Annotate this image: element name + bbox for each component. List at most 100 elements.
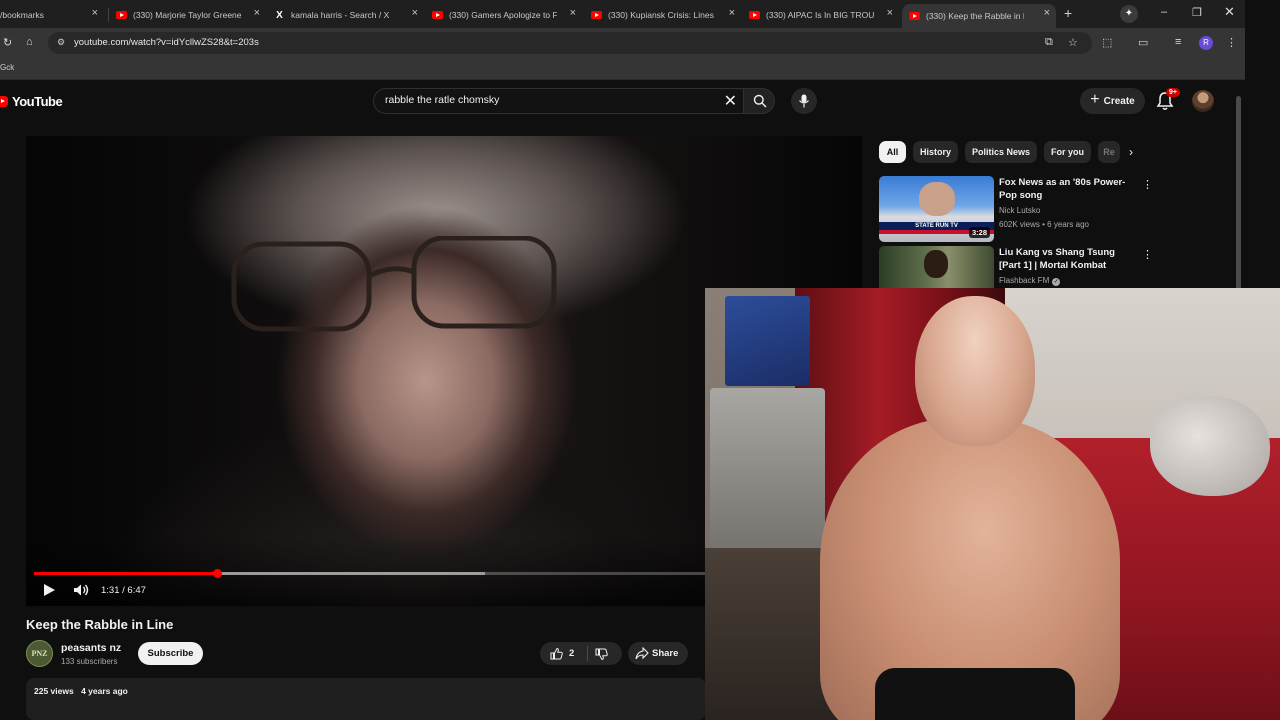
webcam-pillow — [1150, 396, 1270, 496]
tab-kupiansk[interactable]: (330) Kupiansk Crisis: Lines Bu × — [591, 4, 741, 26]
more-actions-icon[interactable]: ⋮ — [1142, 248, 1153, 261]
video-thumbnail[interactable]: STATE RUN TV 3:28 — [879, 176, 994, 242]
share-button[interactable]: Share — [628, 642, 688, 665]
install-app-icon[interactable]: ⧉ — [1045, 36, 1053, 49]
browser-menu-icon[interactable]: ⋮ — [1226, 36, 1237, 49]
thumbnail-figure — [919, 182, 955, 216]
bookmarks-bar: Gck — [0, 58, 1245, 80]
description-box[interactable] — [26, 678, 706, 720]
home-icon[interactable]: ⌂ — [26, 36, 33, 48]
play-icon[interactable] — [42, 583, 56, 597]
recommendation-channel[interactable]: Flashback FM ✓ — [999, 276, 1061, 286]
tab-bookmarks[interactable]: /bookmarks × — [0, 4, 104, 26]
window-close-icon[interactable]: ✕ — [1224, 4, 1235, 20]
maximize-icon[interactable]: ❐ — [1192, 6, 1202, 19]
webcam-person-head — [915, 296, 1035, 446]
youtube-wordmark: YouTube — [12, 94, 63, 109]
address-bar[interactable]: ⚙ youtube.com/watch?v=idYcllwZS28&t=203s… — [48, 32, 1092, 54]
youtube-icon — [909, 12, 920, 20]
search-button[interactable] — [743, 88, 775, 114]
more-actions-icon[interactable]: ⋮ — [1142, 178, 1153, 191]
close-icon[interactable]: × — [412, 7, 418, 19]
tab-keep-the-rabble[interactable]: (330) Keep the Rabble in Li × — [902, 4, 1056, 28]
channel-name[interactable]: peasants nz — [61, 642, 121, 654]
tab-gamers[interactable]: (330) Gamers Apologize to Fo × — [432, 4, 582, 26]
webcam-mini-fridge — [710, 388, 825, 548]
close-icon[interactable]: × — [570, 7, 576, 19]
bookmark-item[interactable]: Gck — [0, 63, 14, 72]
video-title: Keep the Rabble in Line — [26, 617, 174, 632]
view-count-and-date: 225 views 4 years ago — [34, 686, 128, 696]
youtube-logo[interactable]: YouTube — [0, 94, 63, 109]
tab-title: (330) Keep the Rabble in Li — [926, 11, 1024, 21]
tab-title: (330) AIPAC Is In BIG TROUBLE — [766, 10, 874, 20]
scrollbar-thumb[interactable] — [1236, 96, 1241, 291]
like-divider — [587, 646, 588, 661]
media-controls-icon[interactable]: ≡ — [1175, 36, 1181, 48]
plus-icon: + — [1090, 91, 1100, 108]
create-label: Create — [1103, 95, 1135, 107]
tab-title: /bookmarks — [0, 10, 44, 20]
recommendation-meta: 602K views • 6 years ago — [999, 220, 1089, 229]
url-text: youtube.com/watch?v=idYcllwZS28&t=203s — [74, 37, 259, 48]
close-icon[interactable]: × — [729, 7, 735, 19]
thumbs-up-icon[interactable] — [550, 647, 563, 660]
tab-search-icon[interactable]: ✦ — [1120, 5, 1138, 23]
bookmark-star-icon[interactable]: ☆ — [1068, 36, 1078, 49]
like-count: 2 — [569, 648, 575, 659]
channel-label: Flashback FM — [999, 276, 1050, 285]
side-panel-icon[interactable]: ▭ — [1138, 36, 1148, 49]
thumbnail-figure — [924, 250, 948, 278]
chip-history[interactable]: History — [913, 141, 958, 163]
webcam-overlay — [705, 288, 1280, 720]
create-button[interactable]: + Create — [1080, 88, 1145, 114]
tab-kamala[interactable]: X kamala harris - Search / X × — [274, 4, 424, 26]
minimize-icon[interactable]: – — [1161, 6, 1167, 18]
search-icon — [753, 94, 767, 108]
chip-partial[interactable]: Re — [1098, 141, 1120, 163]
clear-search-icon[interactable]: ✕ — [724, 91, 737, 111]
profile-avatar[interactable]: R — [1199, 36, 1213, 50]
page-scrollbar[interactable] — [1236, 86, 1242, 291]
microphone-icon — [799, 94, 809, 108]
thumbs-down-icon[interactable] — [595, 648, 608, 661]
tab-marjorie[interactable]: (330) Marjorie Taylor Greene S × — [116, 4, 266, 26]
played-bar — [34, 572, 218, 575]
youtube-masthead: YouTube ✕ + Create 9+ — [0, 82, 1245, 122]
browser-toolbar: ↻ ⌂ ⚙ youtube.com/watch?v=idYcllwZS28&t=… — [0, 28, 1245, 58]
recommendation-title[interactable]: Fox News as an '80s Power-Pop song — [999, 176, 1137, 202]
search-input[interactable] — [385, 94, 705, 106]
account-avatar[interactable] — [1192, 90, 1214, 112]
close-icon[interactable]: × — [254, 7, 260, 19]
recommendation-item[interactable]: STATE RUN TV 3:28 Fox News as an '80s Po… — [879, 176, 1154, 242]
subscribe-button[interactable]: Subscribe — [138, 642, 203, 665]
time-display: 1:31 / 6:47 — [101, 585, 146, 596]
tab-divider — [108, 8, 109, 22]
site-info-icon[interactable]: ⚙ — [57, 37, 65, 48]
webcam-person-shorts — [875, 668, 1075, 720]
close-icon[interactable]: × — [887, 7, 893, 19]
chip-for-you[interactable]: For you — [1044, 141, 1091, 163]
tab-title: (330) Marjorie Taylor Greene S — [133, 10, 241, 20]
close-icon[interactable]: × — [92, 7, 98, 19]
tab-aipac[interactable]: (330) AIPAC Is In BIG TROUBLE × — [749, 4, 899, 26]
tab-strip: /bookmarks × (330) Marjorie Taylor Green… — [0, 0, 1245, 28]
chip-politics-news[interactable]: Politics News — [965, 141, 1037, 163]
search-box: ✕ — [373, 88, 745, 114]
chevron-right-icon[interactable]: › — [1129, 145, 1133, 159]
tab-title: kamala harris - Search / X — [291, 10, 390, 20]
new-tab-button[interactable]: + — [1064, 5, 1072, 21]
volume-icon[interactable] — [73, 583, 89, 597]
channel-avatar[interactable]: PNZ — [26, 640, 53, 667]
recommendation-channel[interactable]: Nick Lutsko — [999, 206, 1040, 215]
reload-icon[interactable]: ↻ — [3, 36, 12, 49]
extensions-icon[interactable]: ⬚ — [1102, 36, 1112, 49]
youtube-icon — [116, 11, 127, 19]
voice-search-button[interactable] — [791, 88, 817, 114]
tab-title: (330) Gamers Apologize to Fo — [449, 10, 557, 20]
recommendation-title[interactable]: Liu Kang vs Shang Tsung [Part 1] | Morta… — [999, 246, 1137, 272]
notification-count-badge: 9+ — [1166, 88, 1180, 97]
youtube-icon — [591, 11, 602, 19]
chip-all[interactable]: All — [879, 141, 906, 163]
close-icon[interactable]: × — [1044, 7, 1050, 19]
